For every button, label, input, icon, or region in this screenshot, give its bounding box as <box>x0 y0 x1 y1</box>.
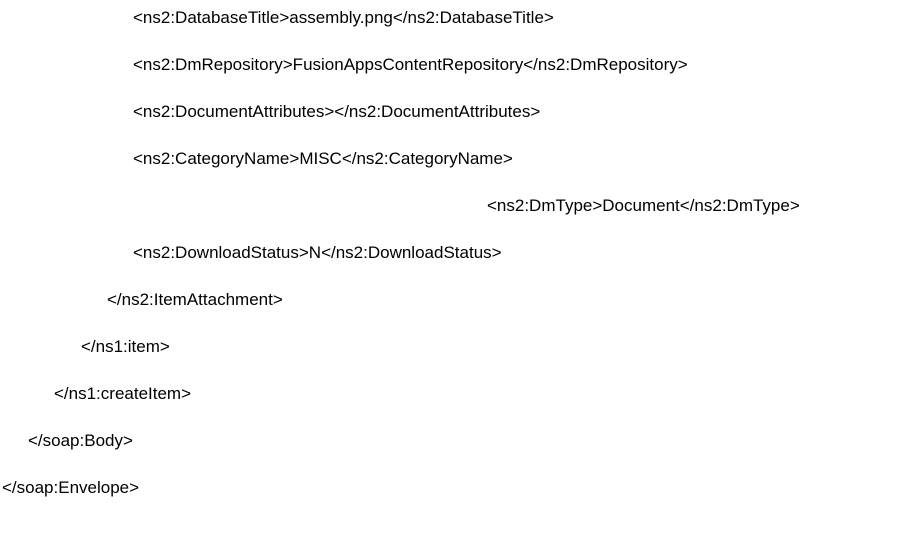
xml-line-download-status: <ns2:DownloadStatus>N</ns2:DownloadStatu… <box>133 243 502 262</box>
xml-document: <ns2:DatabaseTitle>assembly.png</ns2:Dat… <box>0 0 905 535</box>
xml-line-item-close: </ns1:item> <box>81 337 170 356</box>
xml-line-category-name: <ns2:CategoryName>MISC</ns2:CategoryName… <box>133 149 513 168</box>
xml-line-dm-type: <ns2:DmType>Document</ns2:DmType> <box>487 196 800 215</box>
xml-line-dm-repository: <ns2:DmRepository>FusionAppsContentRepos… <box>133 55 688 74</box>
xml-line-document-attributes: <ns2:DocumentAttributes></ns2:DocumentAt… <box>133 102 541 121</box>
xml-line-create-item-close: </ns1:createItem> <box>54 384 192 403</box>
xml-line-soap-body-close: </soap:Body> <box>28 431 133 450</box>
xml-line-database-title: <ns2:DatabaseTitle>assembly.png</ns2:Dat… <box>133 8 554 27</box>
xml-line-soap-envelope-close: </soap:Envelope> <box>2 478 140 497</box>
xml-line-item-attachment-close: </ns2:ItemAttachment> <box>107 290 283 309</box>
